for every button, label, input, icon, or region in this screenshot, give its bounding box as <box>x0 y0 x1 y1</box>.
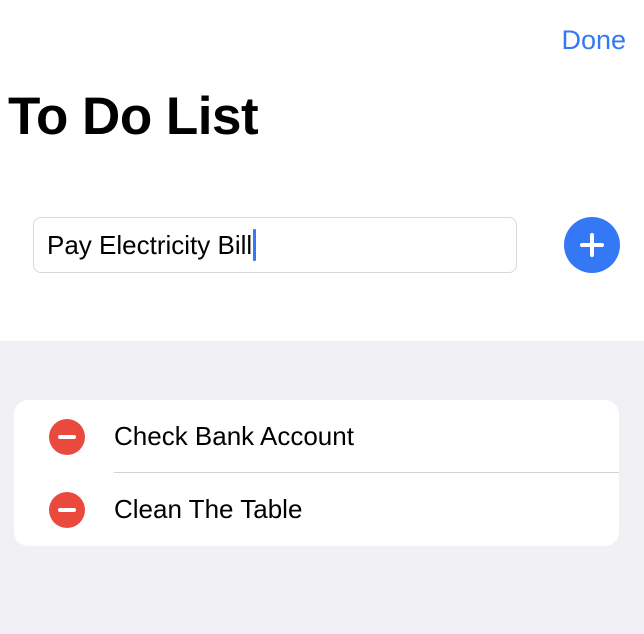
todo-screen: Done To Do List Pay Electricity Bill Che… <box>0 0 644 634</box>
task-input[interactable]: Pay Electricity Bill <box>33 217 517 273</box>
task-list: Check Bank Account Clean The Table <box>14 400 619 546</box>
plus-icon-vertical <box>590 233 594 257</box>
delete-button[interactable] <box>49 492 85 528</box>
list-item-label: Check Bank Account <box>114 421 354 451</box>
add-task-button[interactable] <box>564 217 620 273</box>
minus-icon <box>58 508 76 512</box>
task-input-value: Pay Electricity Bill <box>47 229 253 260</box>
text-caret <box>253 229 257 261</box>
minus-icon <box>58 435 76 439</box>
list-item: Clean The Table <box>14 473 619 546</box>
page-title: To Do List <box>8 87 259 146</box>
list-item-label: Clean The Table <box>114 494 303 524</box>
delete-button[interactable] <box>49 419 85 455</box>
done-button[interactable]: Done <box>561 22 626 58</box>
list-item: Check Bank Account <box>14 400 619 473</box>
